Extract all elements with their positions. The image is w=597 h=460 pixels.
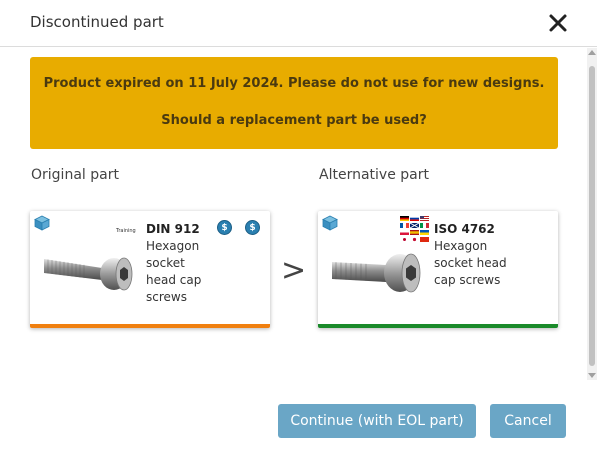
screw-image [328, 246, 424, 296]
scroll-up-arrow-icon[interactable] [588, 50, 596, 55]
dialog-header: Discontinued part [0, 0, 597, 47]
dialog-title: Discontinued part [30, 13, 164, 31]
scrollbar-thumb[interactable] [589, 66, 595, 366]
expiry-warning-banner: Product expired on 11 July 2024. Please … [30, 57, 558, 149]
original-part-description: Hexagon socket head cap screws [146, 239, 202, 304]
original-part-card[interactable]: Training $ $ DIN 912 Hexagon socket head… [30, 211, 270, 328]
continue-with-eol-part-button[interactable]: Continue (with EOL part) [278, 404, 476, 438]
alternative-part-code: ISO 4762 [434, 222, 495, 236]
alternative-part-description: Hexagon socket head cap screws [434, 239, 507, 287]
cube-icon [34, 215, 50, 231]
screw-image [40, 246, 136, 296]
original-part-code: DIN 912 [146, 222, 200, 236]
flags-icon [400, 216, 430, 244]
dollar-icon: $ [217, 220, 232, 235]
training-tag: Training [116, 228, 136, 234]
replacement-question: Should a replacement part be used? [161, 113, 427, 128]
discontinued-part-dialog: Discontinued part Product expired on 11 … [0, 0, 597, 460]
alternative-part-card[interactable]: ISO 4762 Hexagon socket head cap screws [318, 211, 558, 328]
original-part-label: Original part [31, 167, 119, 183]
dollar-icon: $ [245, 220, 260, 235]
close-icon[interactable] [547, 12, 569, 34]
scroll-down-arrow-icon[interactable] [588, 373, 596, 378]
alternative-part-label: Alternative part [319, 167, 429, 183]
cancel-button[interactable]: Cancel [490, 404, 566, 438]
replacement-arrow: > [281, 253, 307, 288]
expiry-message: Product expired on 11 July 2024. Please … [43, 76, 545, 91]
scrollbar[interactable] [587, 48, 597, 380]
cube-icon [322, 215, 338, 231]
